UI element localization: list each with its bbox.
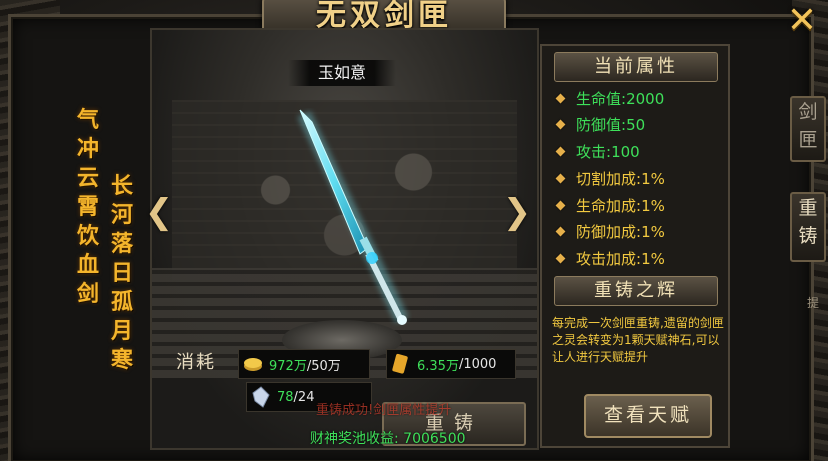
attribute-label: 防御加成:: [576, 223, 642, 241]
attribute-row: 攻击加成: 1%: [556, 248, 665, 270]
diamond-bullet-icon: [556, 94, 566, 104]
attribute-label: 攻击加成:: [576, 250, 642, 268]
attribute-label: 攻击:: [576, 143, 612, 161]
floating-message: 重铸成功!剑匣属性提升: [316, 403, 452, 418]
tab-sword-box[interactable]: 剑匣: [790, 96, 826, 162]
attribute-label: 切割加成:: [576, 170, 642, 188]
chevron-left-icon: ❮: [144, 192, 174, 232]
current-attributes-header: 当前属性: [554, 52, 718, 82]
chevron-right-icon: ❯: [502, 192, 532, 232]
attribute-value: 1%: [641, 250, 665, 268]
item-name: 玉如意: [288, 60, 396, 86]
diamond-bullet-icon: [556, 120, 566, 130]
gold-coin-icon: [244, 358, 262, 371]
diamond-bullet-icon: [556, 201, 566, 211]
poem-line-2: 长河落日孤月寒: [110, 173, 133, 373]
attribute-row: 切割加成: 1%: [556, 168, 665, 190]
attribute-label: 防御值:: [576, 116, 627, 134]
prize-pool-text: 财神奖池收益: 7006500: [310, 431, 466, 447]
crystal-stone-icon: [252, 386, 270, 408]
attribute-label: 生命加成:: [576, 197, 642, 215]
diamond-bullet-icon: [556, 174, 566, 184]
sword-icon: [297, 109, 409, 325]
attribute-row: 防御值: 50: [556, 114, 645, 136]
recast-glory-header: 重铸之辉: [554, 276, 718, 306]
attribute-row: 防御加成: 1%: [556, 221, 665, 243]
cost-gold: 972万 /50万: [238, 349, 370, 379]
recast-description: 每完成一次剑匣重铸,遗留的剑匣之灵会转变为1颗天赋神石,可以让人进行天赋提升: [552, 316, 724, 364]
attribute-value: 50: [626, 116, 646, 134]
attribute-label: 生命值:: [576, 90, 627, 108]
attribute-row: 攻击: 100: [556, 141, 640, 163]
diamond-bullet-icon: [556, 254, 566, 264]
poem-line-1: 气冲云霄饮血剑: [76, 107, 99, 307]
attribute-value: 1%: [641, 223, 665, 241]
attribute-row: 生命值: 2000: [556, 88, 664, 110]
close-icon: ✕: [786, 0, 818, 41]
cost-token: 6.35万 /1000: [386, 349, 516, 379]
close-button[interactable]: ✕: [780, 0, 824, 42]
attribute-value: 1%: [641, 170, 665, 188]
prev-item-button[interactable]: ❮: [144, 186, 174, 238]
consumption-label: 消耗: [176, 352, 216, 373]
tab-peek[interactable]: 提: [798, 288, 828, 318]
attribute-value: 1%: [641, 197, 665, 215]
attribute-value: 100: [611, 143, 640, 161]
cost-required: /1000: [458, 356, 497, 372]
cost-current: 972万: [269, 358, 307, 374]
attribute-row: 生命加成: 1%: [556, 195, 665, 217]
game-window: 无双剑匣 ✕ 气冲云霄饮血剑 长河落日孤月寒 玉如意 ❮ ❯ 当前属性 生命值:…: [0, 0, 828, 461]
view-talent-button[interactable]: 查看天赋: [584, 394, 712, 438]
attribute-value: 2000: [626, 90, 665, 108]
cost-required: /24: [293, 389, 315, 405]
gold-token-icon: [392, 353, 408, 374]
next-item-button[interactable]: ❯: [502, 186, 532, 238]
diamond-bullet-icon: [556, 227, 566, 237]
tab-recast[interactable]: 重铸: [790, 192, 826, 262]
cost-current: 6.35万: [417, 358, 459, 374]
cost-required: /50万: [306, 358, 341, 374]
cost-current: 78: [277, 389, 294, 405]
diamond-bullet-icon: [556, 147, 566, 157]
